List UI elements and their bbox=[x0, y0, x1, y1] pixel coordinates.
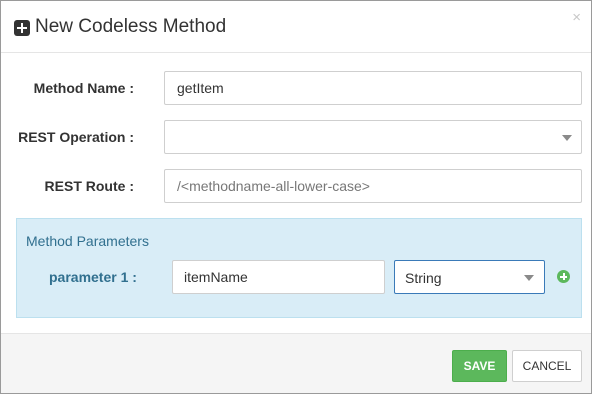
dialog-title: New Codeless Method bbox=[35, 16, 227, 37]
save-button[interactable]: SAVE bbox=[452, 350, 507, 382]
rest-operation-select[interactable] bbox=[164, 120, 582, 154]
rest-operation-label: REST Operation : bbox=[18, 129, 134, 145]
dialog-header: New Codeless Method × bbox=[1, 1, 591, 53]
method-parameters-title: Method Parameters bbox=[26, 233, 149, 249]
new-codeless-method-dialog: New Codeless Method × Method Name : REST… bbox=[0, 0, 592, 394]
method-name-input[interactable] bbox=[164, 71, 582, 105]
cancel-button[interactable]: CANCEL bbox=[512, 350, 582, 382]
chevron-down-icon bbox=[524, 275, 534, 281]
rest-route-label: REST Route : bbox=[44, 178, 134, 194]
chevron-down-icon bbox=[562, 135, 572, 141]
rest-route-input[interactable] bbox=[164, 169, 582, 203]
close-icon[interactable]: × bbox=[572, 10, 581, 26]
parameter-1-label: parameter 1 : bbox=[49, 269, 137, 285]
add-parameter-icon[interactable] bbox=[557, 270, 570, 283]
dialog-footer: SAVE CANCEL bbox=[1, 333, 591, 393]
method-parameters-panel: Method Parameters parameter 1 : String bbox=[16, 218, 582, 318]
parameter-1-type-value: String bbox=[405, 270, 442, 286]
parameter-1-name-input[interactable] bbox=[172, 260, 385, 294]
parameter-1-type-select[interactable]: String bbox=[394, 260, 545, 294]
method-name-label: Method Name : bbox=[33, 80, 134, 96]
plus-square-icon bbox=[14, 20, 30, 36]
